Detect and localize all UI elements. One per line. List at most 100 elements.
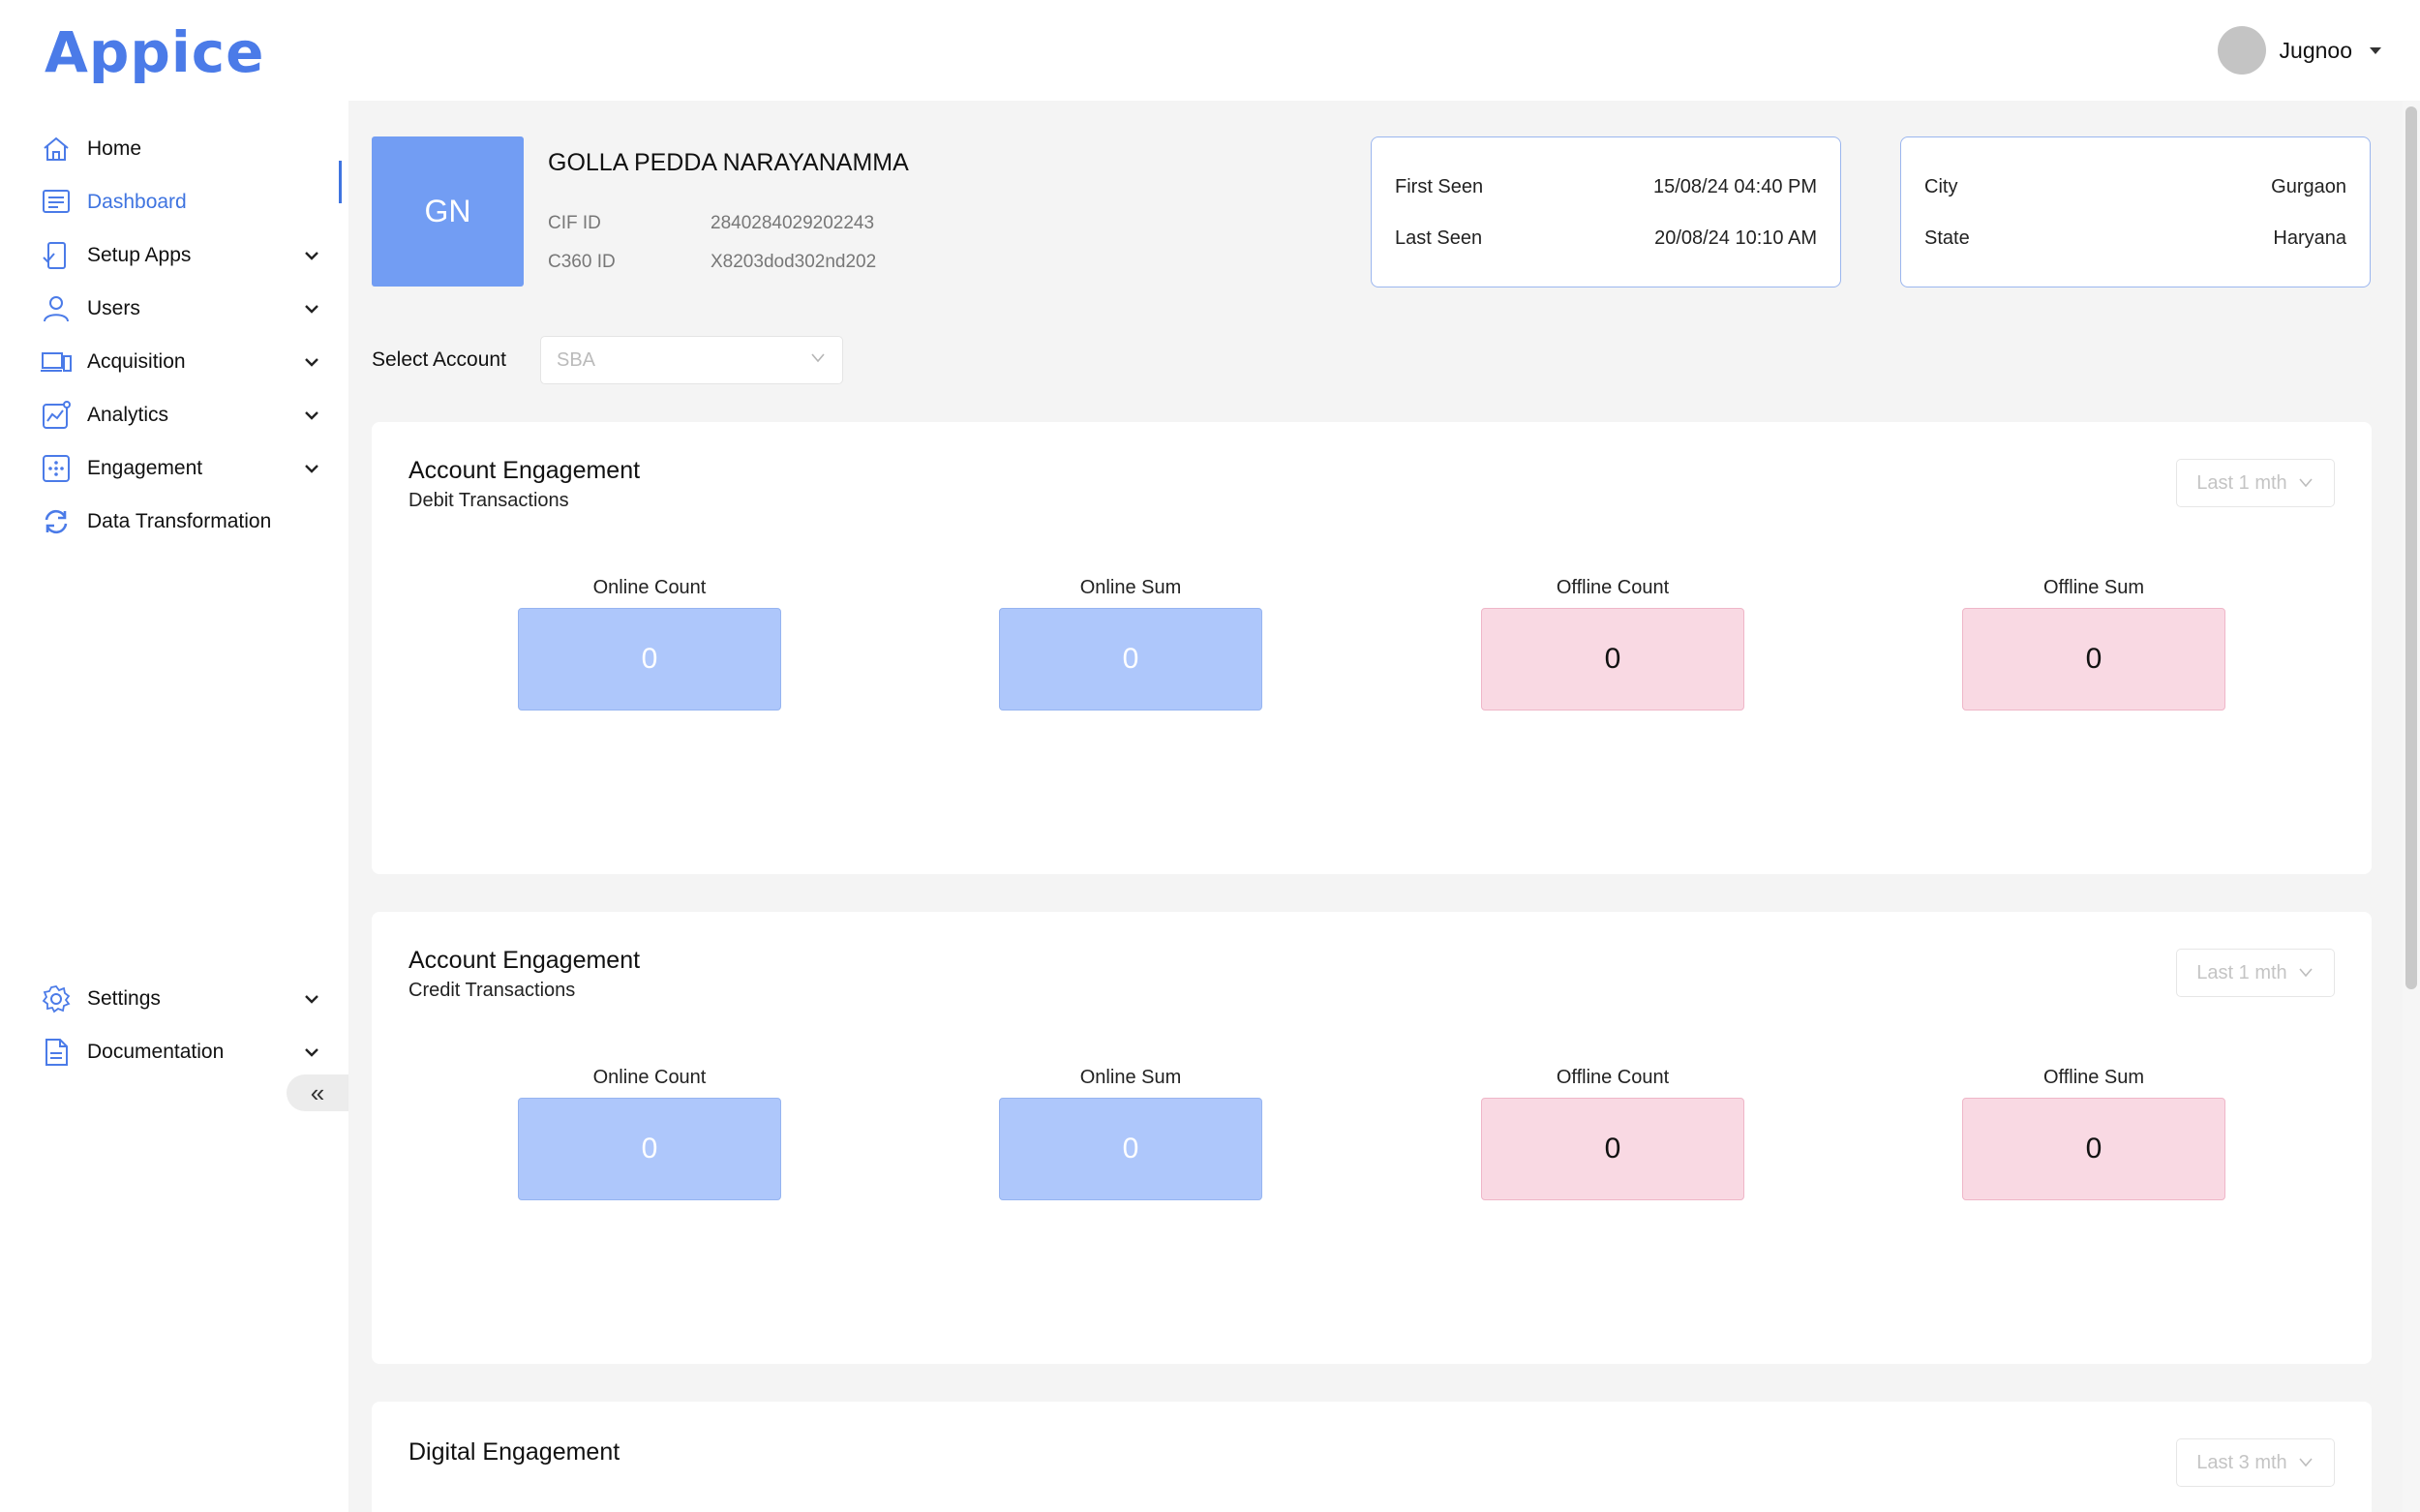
metric-value: 0: [999, 1098, 1262, 1200]
scrollbar-thumb[interactable]: [2405, 106, 2417, 989]
c360-id-value: X8203dod302nd202: [711, 252, 877, 272]
metric-value: 0: [1962, 1098, 2225, 1200]
dashboard-icon: [39, 185, 74, 220]
home-icon: [39, 132, 74, 166]
sidebar-item-label: Settings: [87, 987, 161, 1010]
metric-label: Online Sum: [1079, 577, 1182, 598]
first-seen-label: First Seen: [1395, 176, 1484, 197]
chevron-down-icon[interactable]: [300, 987, 323, 1011]
digital-engagement-panel: Digital Engagement Last 3 mth: [372, 1402, 2372, 1512]
range-select[interactable]: Last 3 mth: [2176, 1438, 2335, 1487]
document-icon: [39, 1035, 74, 1070]
account-select[interactable]: SBA: [540, 336, 843, 384]
range-select[interactable]: Last 1 mth: [2176, 949, 2335, 997]
cif-id-label: CIF ID: [548, 213, 601, 233]
user-icon: [39, 291, 74, 326]
account-engagement-credit-panel: Account Engagement Credit Transactions L…: [372, 912, 2372, 1364]
sidebar-item-setup-apps[interactable]: Setup Apps: [39, 232, 329, 279]
metric-offline-sum: Offline Sum 0: [1962, 577, 2225, 711]
sidebar-item-analytics[interactable]: Analytics: [39, 392, 329, 438]
chevron-down-icon: [2297, 472, 2314, 495]
metric-label: Offline Count: [1556, 577, 1670, 598]
metric-online-sum: Online Sum 0: [999, 1067, 1262, 1200]
last-seen-value: 20/08/24 10:10 AM: [1654, 227, 1817, 249]
chevron-down-icon[interactable]: [300, 1041, 323, 1064]
sidebar-item-home[interactable]: Home: [39, 126, 329, 172]
sidebar-item-settings[interactable]: Settings: [39, 976, 329, 1022]
panel-title: Account Engagement: [408, 947, 641, 974]
state-value: Haryana: [2273, 227, 2346, 249]
sidebar-item-label: Data Transformation: [87, 510, 272, 532]
metric-value: 0: [518, 1098, 781, 1200]
metric-value: 0: [1962, 608, 2225, 711]
chevron-down-icon[interactable]: [300, 457, 323, 480]
sidebar-item-data-transformation[interactable]: Data Transformation: [39, 499, 329, 545]
sidebar-item-label: Analytics: [87, 404, 169, 426]
chevron-down-icon: [2297, 1452, 2314, 1474]
city-value: Gurgaon: [2271, 176, 2346, 197]
sidebar-item-documentation[interactable]: Documentation: [39, 1029, 329, 1075]
range-select-value: Last 1 mth: [2196, 471, 2287, 494]
account-engagement-debit-panel: Account Engagement Debit Transactions La…: [372, 422, 2372, 874]
chevron-down-icon[interactable]: [300, 297, 323, 320]
caret-down-icon[interactable]: [2370, 46, 2381, 54]
panel-subtitle: Debit Transactions: [408, 490, 569, 511]
seen-card: First Seen 15/08/24 04:40 PM Last Seen 2…: [1371, 136, 1841, 287]
engagement-icon: [39, 451, 74, 486]
avatar[interactable]: [2217, 26, 2266, 75]
last-seen-row: Last Seen 20/08/24 10:10 AM: [1395, 227, 1817, 250]
sidebar-item-acquisition[interactable]: Acquisition: [39, 339, 329, 385]
metric-offline-count: Offline Count 0: [1481, 1067, 1744, 1200]
c360-id-label: C360 ID: [548, 252, 616, 272]
metric-online-count: Online Count 0: [518, 1067, 781, 1200]
user-name: Jugnoo: [2279, 37, 2352, 63]
sidebar-item-label: Dashboard: [87, 191, 187, 213]
profile-initials-tile: GN: [372, 136, 524, 287]
range-select-value: Last 1 mth: [2196, 961, 2287, 983]
chevron-down-icon[interactable]: [300, 404, 323, 427]
last-seen-label: Last Seen: [1395, 227, 1483, 249]
range-select-value: Last 3 mth: [2196, 1451, 2287, 1473]
sidebar-item-dashboard[interactable]: Dashboard: [39, 179, 329, 226]
state-label: State: [1924, 227, 1970, 249]
metric-label: Online Count: [592, 577, 707, 598]
collapse-sidebar-button[interactable]: «: [287, 1074, 348, 1111]
metric-value: 0: [1481, 1098, 1744, 1200]
metric-label: Online Count: [592, 1067, 707, 1088]
range-select[interactable]: Last 1 mth: [2176, 459, 2335, 507]
sidebar-item-label: Users: [87, 297, 140, 319]
city-label: City: [1924, 176, 1958, 197]
select-account-label: Select Account: [372, 348, 506, 371]
first-seen-row: First Seen 15/08/24 04:40 PM: [1395, 176, 1817, 198]
chevron-down-icon: [2297, 962, 2314, 984]
gear-icon: [39, 982, 74, 1016]
metric-value: 0: [1481, 608, 1744, 711]
sync-icon: [39, 504, 74, 539]
state-row: State Haryana: [1924, 227, 2346, 250]
sidebar-item-label: Documentation: [87, 1041, 225, 1063]
sidebar-item-label: Engagement: [87, 457, 203, 479]
sidebar-item-engagement[interactable]: Engagement: [39, 445, 329, 492]
metric-offline-sum: Offline Sum 0: [1962, 1067, 2225, 1200]
top-header: Appice Jugnoo: [0, 0, 2420, 101]
sidebar-item-label: Setup Apps: [87, 244, 192, 266]
analytics-icon: [39, 398, 74, 433]
location-card: City Gurgaon State Haryana: [1900, 136, 2371, 287]
account-select-value: SBA: [557, 348, 596, 371]
metric-online-count: Online Count 0: [518, 577, 781, 711]
metric-label: Offline Sum: [2042, 577, 2145, 598]
sidebar-item-label: Acquisition: [87, 350, 186, 373]
metric-value: 0: [999, 608, 1262, 711]
metric-label: Offline Count: [1556, 1067, 1670, 1088]
user-menu[interactable]: Jugnoo: [2217, 25, 2381, 76]
sidebar: Home Dashboard Setup Apps Users Acquisit…: [0, 101, 348, 1512]
chevron-down-icon[interactable]: [300, 350, 323, 374]
metric-online-sum: Online Sum 0: [999, 577, 1262, 711]
chevron-down-icon[interactable]: [300, 244, 323, 267]
first-seen-value: 15/08/24 04:40 PM: [1652, 176, 1817, 197]
city-row: City Gurgaon: [1924, 176, 2346, 198]
c360-id-row: C360 ID X8203dod302nd202: [548, 252, 876, 273]
app-logo[interactable]: Appice: [45, 19, 265, 85]
panel-title: Digital Engagement: [408, 1438, 620, 1466]
sidebar-item-users[interactable]: Users: [39, 286, 329, 332]
